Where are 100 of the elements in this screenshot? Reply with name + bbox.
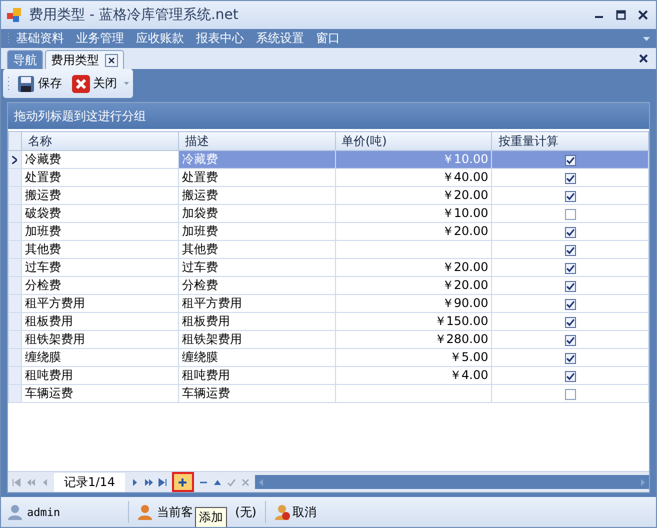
menu-item[interactable]: 报表中心: [190, 30, 250, 47]
checkbox[interactable]: [564, 262, 576, 274]
left-arrow-icon[interactable]: [258, 478, 263, 486]
table-cell: ￥10.00: [335, 150, 492, 168]
table-cell: ￥20.00: [335, 186, 492, 204]
menu-item[interactable]: 业务管理: [70, 30, 130, 47]
close-icon: [72, 74, 90, 92]
dropdown-icon[interactable]: [124, 82, 129, 85]
table-cell: 其他费: [22, 240, 178, 258]
double-left-icon[interactable]: [26, 478, 35, 486]
table-cell: 过车费: [178, 258, 335, 276]
menu-item[interactable]: 系统设置: [250, 30, 310, 47]
table-cell: 分检费: [22, 276, 178, 294]
table-cell: 租铁架费用: [22, 330, 178, 348]
app-icon: [7, 8, 21, 22]
checkbox[interactable]: [564, 172, 576, 184]
checkbox[interactable]: [564, 352, 576, 364]
column-header[interactable]: 单价(吨): [335, 132, 492, 150]
double-right-icon[interactable]: [144, 478, 153, 486]
table-cell: 处置费: [22, 168, 178, 186]
tooltip: 添加: [195, 507, 228, 527]
table-cell: 租板费用: [178, 312, 335, 330]
checkbox[interactable]: [564, 226, 576, 238]
table-cell: 搬运费: [22, 186, 178, 204]
check-icon[interactable]: [226, 478, 236, 486]
table-cell: ￥4.00: [335, 366, 492, 384]
user-icon: [7, 504, 23, 520]
last-record-icon[interactable]: [158, 478, 167, 486]
table-cell: 加班费: [178, 222, 335, 240]
table-cell: 租板费用: [22, 312, 178, 330]
plus-icon: [178, 478, 188, 486]
table-cell: 搬运费: [178, 186, 335, 204]
table-cell: 冷藏费: [178, 150, 335, 168]
column-header[interactable]: 按重量计算: [492, 132, 648, 150]
horizontal-scrollbar[interactable]: [254, 475, 649, 489]
table-cell: 缠绕膜: [22, 348, 178, 366]
table-cell: ￥40.00: [335, 168, 492, 186]
table-cell: 过车费: [22, 258, 178, 276]
table-cell: 租平方费用: [178, 294, 335, 312]
close-icon[interactable]: [639, 54, 648, 63]
checkbox[interactable]: [564, 208, 576, 220]
x-icon[interactable]: [240, 478, 250, 486]
column-header[interactable]: 名称: [22, 132, 178, 150]
cancel-button[interactable]: 取消: [274, 504, 316, 520]
close-icon[interactable]: [638, 10, 648, 20]
table-cell: 分检费: [178, 276, 335, 294]
up-arrow-icon[interactable]: [212, 478, 222, 486]
table-cell: 车辆运费: [178, 384, 335, 402]
table-cell: 其他费: [178, 240, 335, 258]
tab[interactable]: 导航: [7, 50, 43, 69]
dropdown-icon[interactable]: [643, 36, 650, 40]
menu-item[interactable]: 窗口: [310, 30, 346, 47]
table-cell: ￥280.00: [335, 330, 492, 348]
user-icon: [137, 504, 154, 520]
checkbox[interactable]: [564, 298, 576, 310]
checkbox[interactable]: [564, 388, 576, 400]
table-cell: ￥10.00: [335, 204, 492, 222]
checkbox[interactable]: [564, 370, 576, 382]
user-remove-icon: [274, 504, 290, 520]
tab[interactable]: 费用类型: [45, 50, 124, 69]
column-header[interactable]: 描述: [178, 132, 335, 150]
table-cell: 破袋费: [22, 204, 178, 222]
window-title: 费用类型 - 蓝格冷库管理系统.net: [29, 6, 238, 24]
close-button[interactable]: 关闭: [69, 74, 120, 94]
table-cell: 租吨费用: [178, 366, 335, 384]
table-cell: ￥20.00: [335, 222, 492, 240]
table-cell: ￥20.00: [335, 258, 492, 276]
table-cell: 车辆运费: [22, 384, 178, 402]
first-record-icon[interactable]: [12, 478, 21, 486]
table-cell: 加袋费: [178, 204, 335, 222]
row-indicator-header: [8, 132, 22, 150]
checkbox[interactable]: [564, 316, 576, 328]
add-button[interactable]: [172, 472, 194, 492]
menu-item[interactable]: 基础资料: [10, 30, 70, 47]
checkbox[interactable]: [564, 154, 576, 166]
checkbox[interactable]: [564, 334, 576, 346]
checkbox[interactable]: [564, 244, 576, 256]
row-indicator[interactable]: [8, 150, 22, 168]
table-cell: 冷藏费: [22, 150, 178, 168]
table-cell: ￥150.00: [335, 312, 492, 330]
menu-item[interactable]: 应收账款: [130, 30, 190, 47]
table-cell: 租吨费用: [22, 366, 178, 384]
save-button[interactable]: 保存: [14, 74, 65, 94]
checkbox[interactable]: [564, 280, 576, 292]
table-cell: ￥5.00: [335, 348, 492, 366]
customer-value: (无): [235, 504, 256, 520]
table-cell: ￥90.00: [335, 294, 492, 312]
customer-label: 当前客: [157, 504, 194, 520]
table-cell: 租平方费用: [22, 294, 178, 312]
user-name: admin: [27, 506, 60, 518]
arrow-right-icon: [12, 156, 17, 164]
maximize-icon[interactable]: [616, 10, 626, 20]
tab-close-icon[interactable]: [105, 54, 118, 66]
table-cell: 租铁架费用: [178, 330, 335, 348]
checkbox[interactable]: [564, 190, 576, 202]
table-cell: 处置费: [178, 168, 335, 186]
table-cell: 加班费: [22, 222, 178, 240]
table-cell: 缠绕膜: [178, 348, 335, 366]
record-counter: 记录1/14: [54, 472, 125, 492]
table-cell: ￥20.00: [335, 276, 492, 294]
